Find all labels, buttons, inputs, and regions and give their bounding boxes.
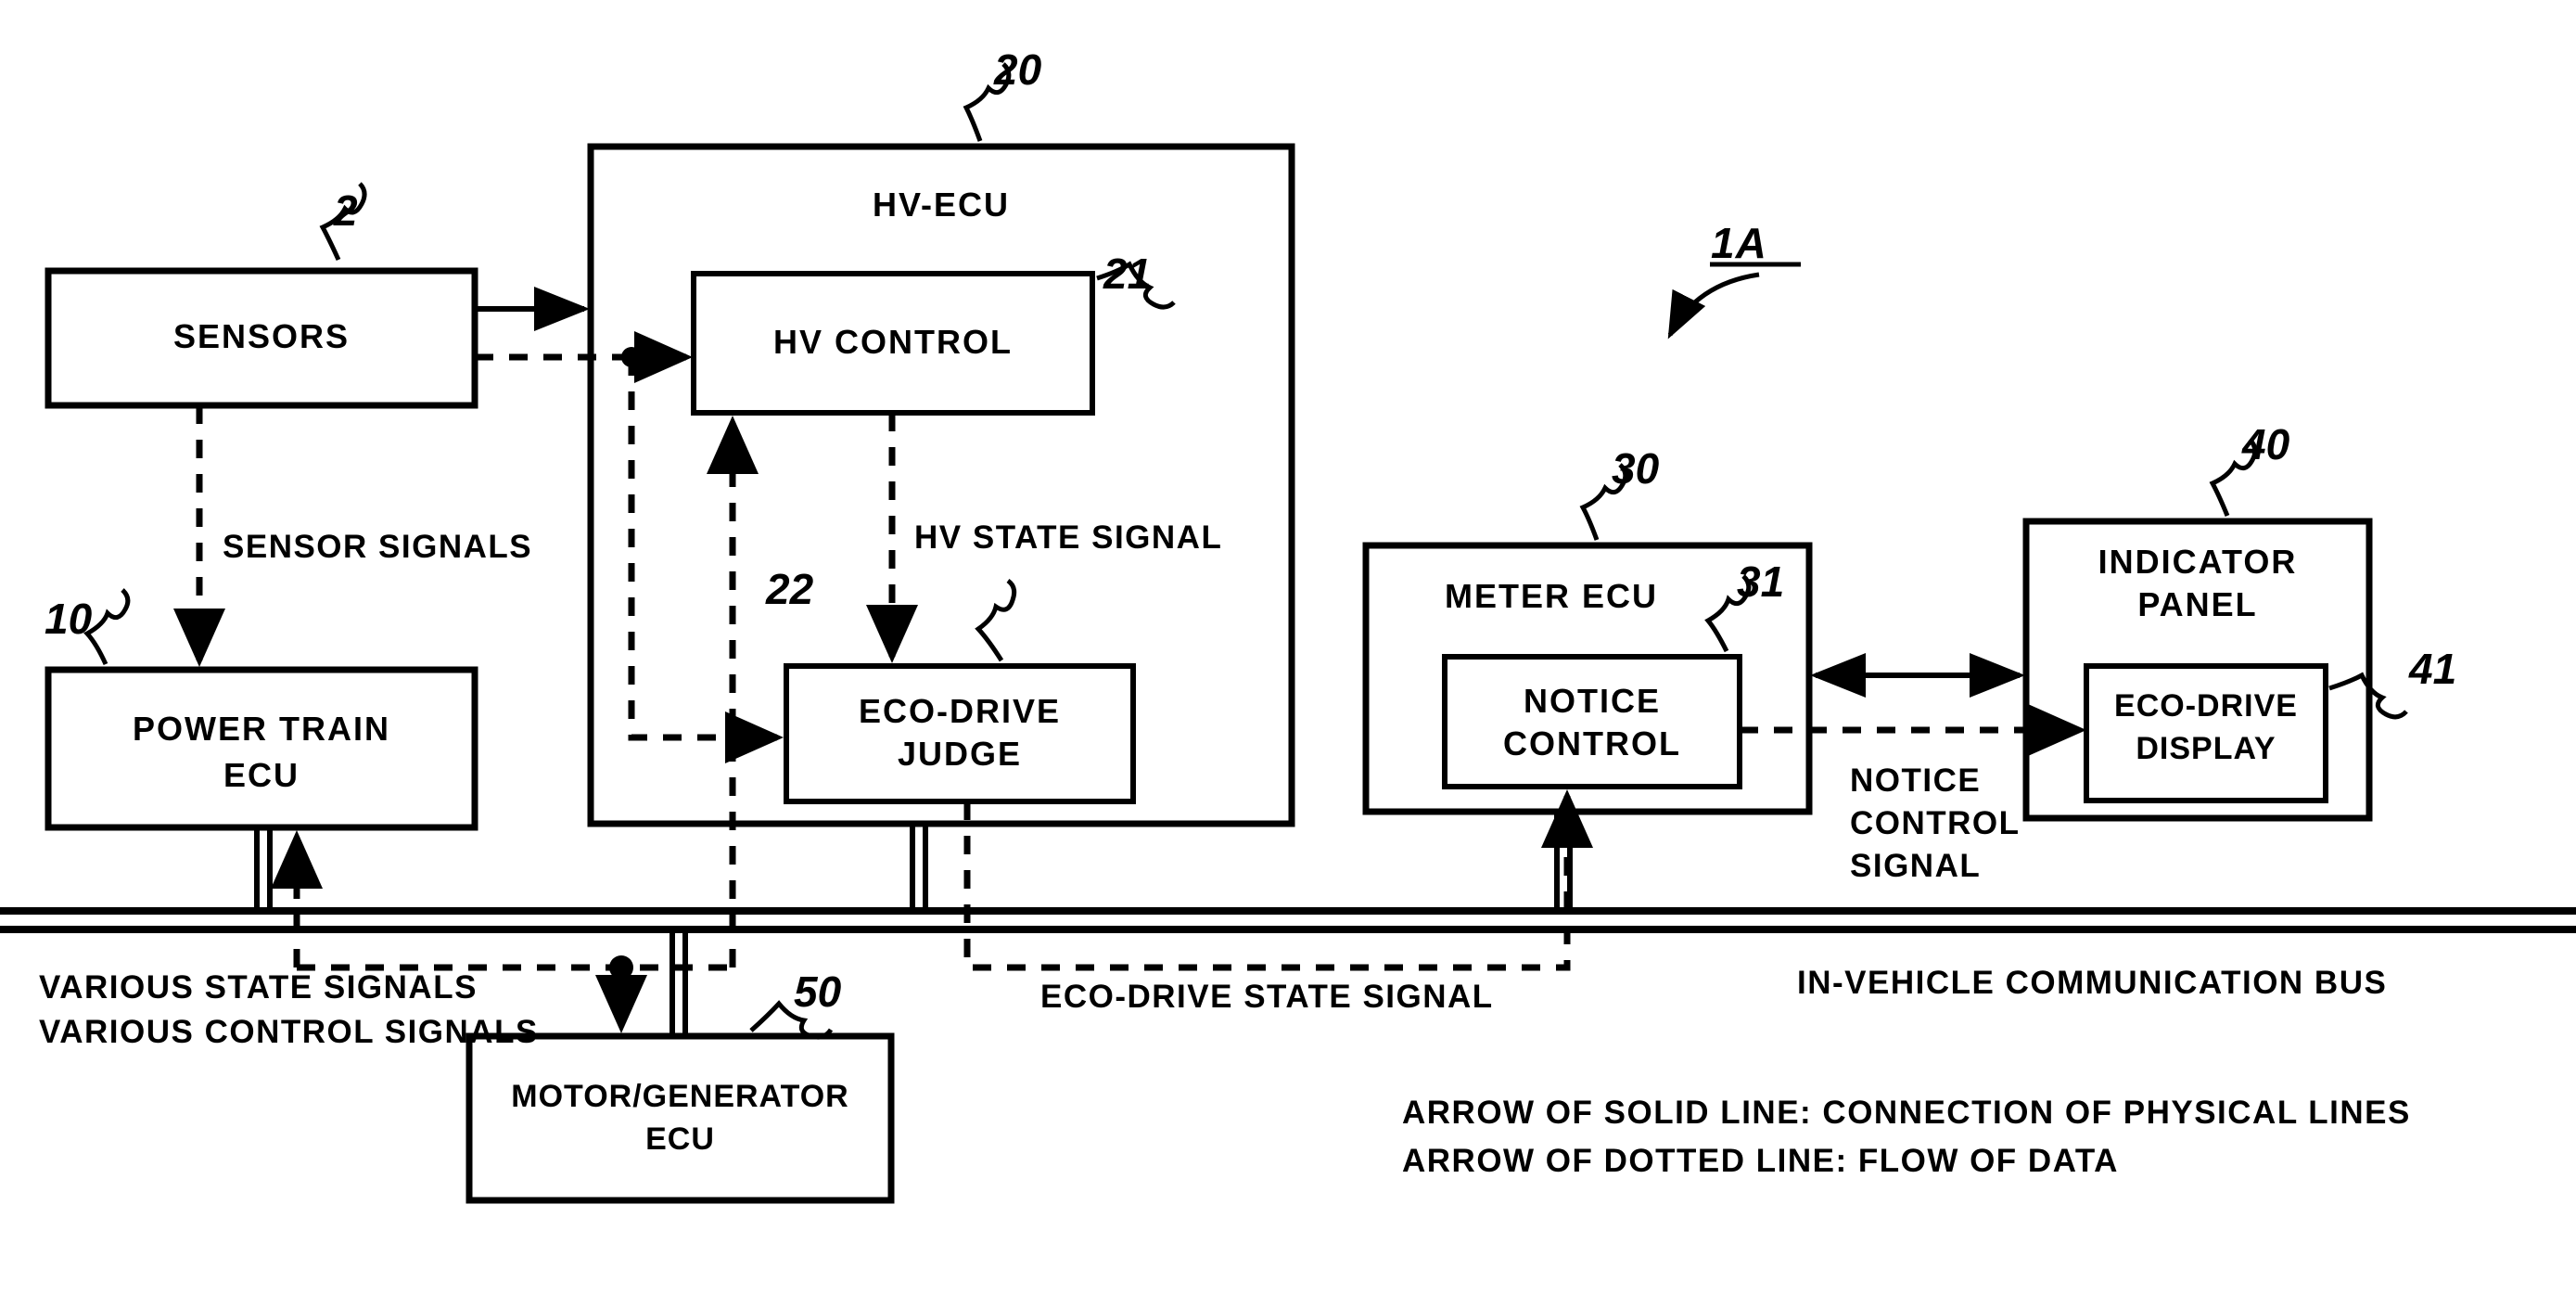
ref-numeral-2: 2 (334, 186, 358, 235)
ref-numeral-30: 30 (1612, 444, 1660, 493)
indicator-panel-label-line1: INDICATOR (2098, 543, 2298, 581)
label-various-state-signals: VARIOUS STATE SIGNALS (39, 969, 478, 1006)
patent-figure: SENSORS POWER TRAIN ECU HV-ECU HV CONTRO… (0, 0, 2576, 1307)
ref-numeral-1a: 1A (1711, 219, 1767, 267)
eco-drive-judge-label-line1: ECO-DRIVE (858, 692, 1062, 730)
label-various-control-signals: VARIOUS CONTROL SIGNALS (39, 1014, 539, 1050)
indicator-panel-label-line2: PANEL (2137, 585, 2258, 623)
legend-solid-line: ARROW OF SOLID LINE: CONNECTION OF PHYSI… (1402, 1095, 2411, 1131)
ref-numeral-21: 21 (1103, 250, 1152, 298)
ref-numeral-20: 20 (994, 45, 1042, 94)
motor-generator-ecu-label-line2: ECU (645, 1121, 715, 1157)
ref-numeral-10: 10 (45, 595, 93, 643)
sensors-label: SENSORS (172, 317, 351, 355)
ref-numeral-31: 31 (1737, 557, 1785, 606)
ref-numeral-22: 22 (766, 565, 814, 613)
eco-drive-display-label-line1: ECO-DRIVE (2114, 688, 2298, 724)
label-sensor-signals: SENSOR SIGNALS (223, 529, 533, 565)
motor-generator-ecu-label-line1: MOTOR/GENERATOR (511, 1079, 849, 1114)
eco-drive-display-label-line2: DISPLAY (2136, 731, 2276, 766)
label-notice-control-signal-line1: NOTICE (1850, 762, 1982, 799)
ref-numeral-50: 50 (794, 967, 842, 1016)
eco-drive-judge-label-line2: JUDGE (897, 735, 1023, 773)
label-notice-control-signal-line2: CONTROL (1850, 805, 2021, 841)
notice-control-label-line2: CONTROL (1503, 724, 1681, 762)
power-train-ecu-label-line1: POWER TRAIN (133, 710, 390, 748)
hv-control-label: HV CONTROL (773, 323, 1013, 361)
legend-dotted-line: ARROW OF DOTTED LINE: FLOW OF DATA (1402, 1143, 2119, 1179)
label-hv-state-signal: HV STATE SIGNAL (914, 519, 1223, 556)
ref-numeral-41: 41 (2409, 645, 2457, 693)
label-notice-control-signal-line3: SIGNAL (1850, 848, 1982, 884)
notice-control-label-line1: NOTICE (1523, 682, 1661, 720)
hv-ecu-label: HV-ECU (872, 186, 1011, 224)
label-in-vehicle-communication-bus: IN-VEHICLE COMMUNICATION BUS (1797, 965, 2388, 1001)
meter-ecu-label: METER ECU (1444, 577, 1658, 615)
power-train-ecu-label-line2: ECU (223, 756, 300, 794)
label-eco-drive-state-signal: ECO-DRIVE STATE SIGNAL (1040, 979, 1494, 1015)
ref-numeral-40: 40 (2242, 420, 2290, 468)
